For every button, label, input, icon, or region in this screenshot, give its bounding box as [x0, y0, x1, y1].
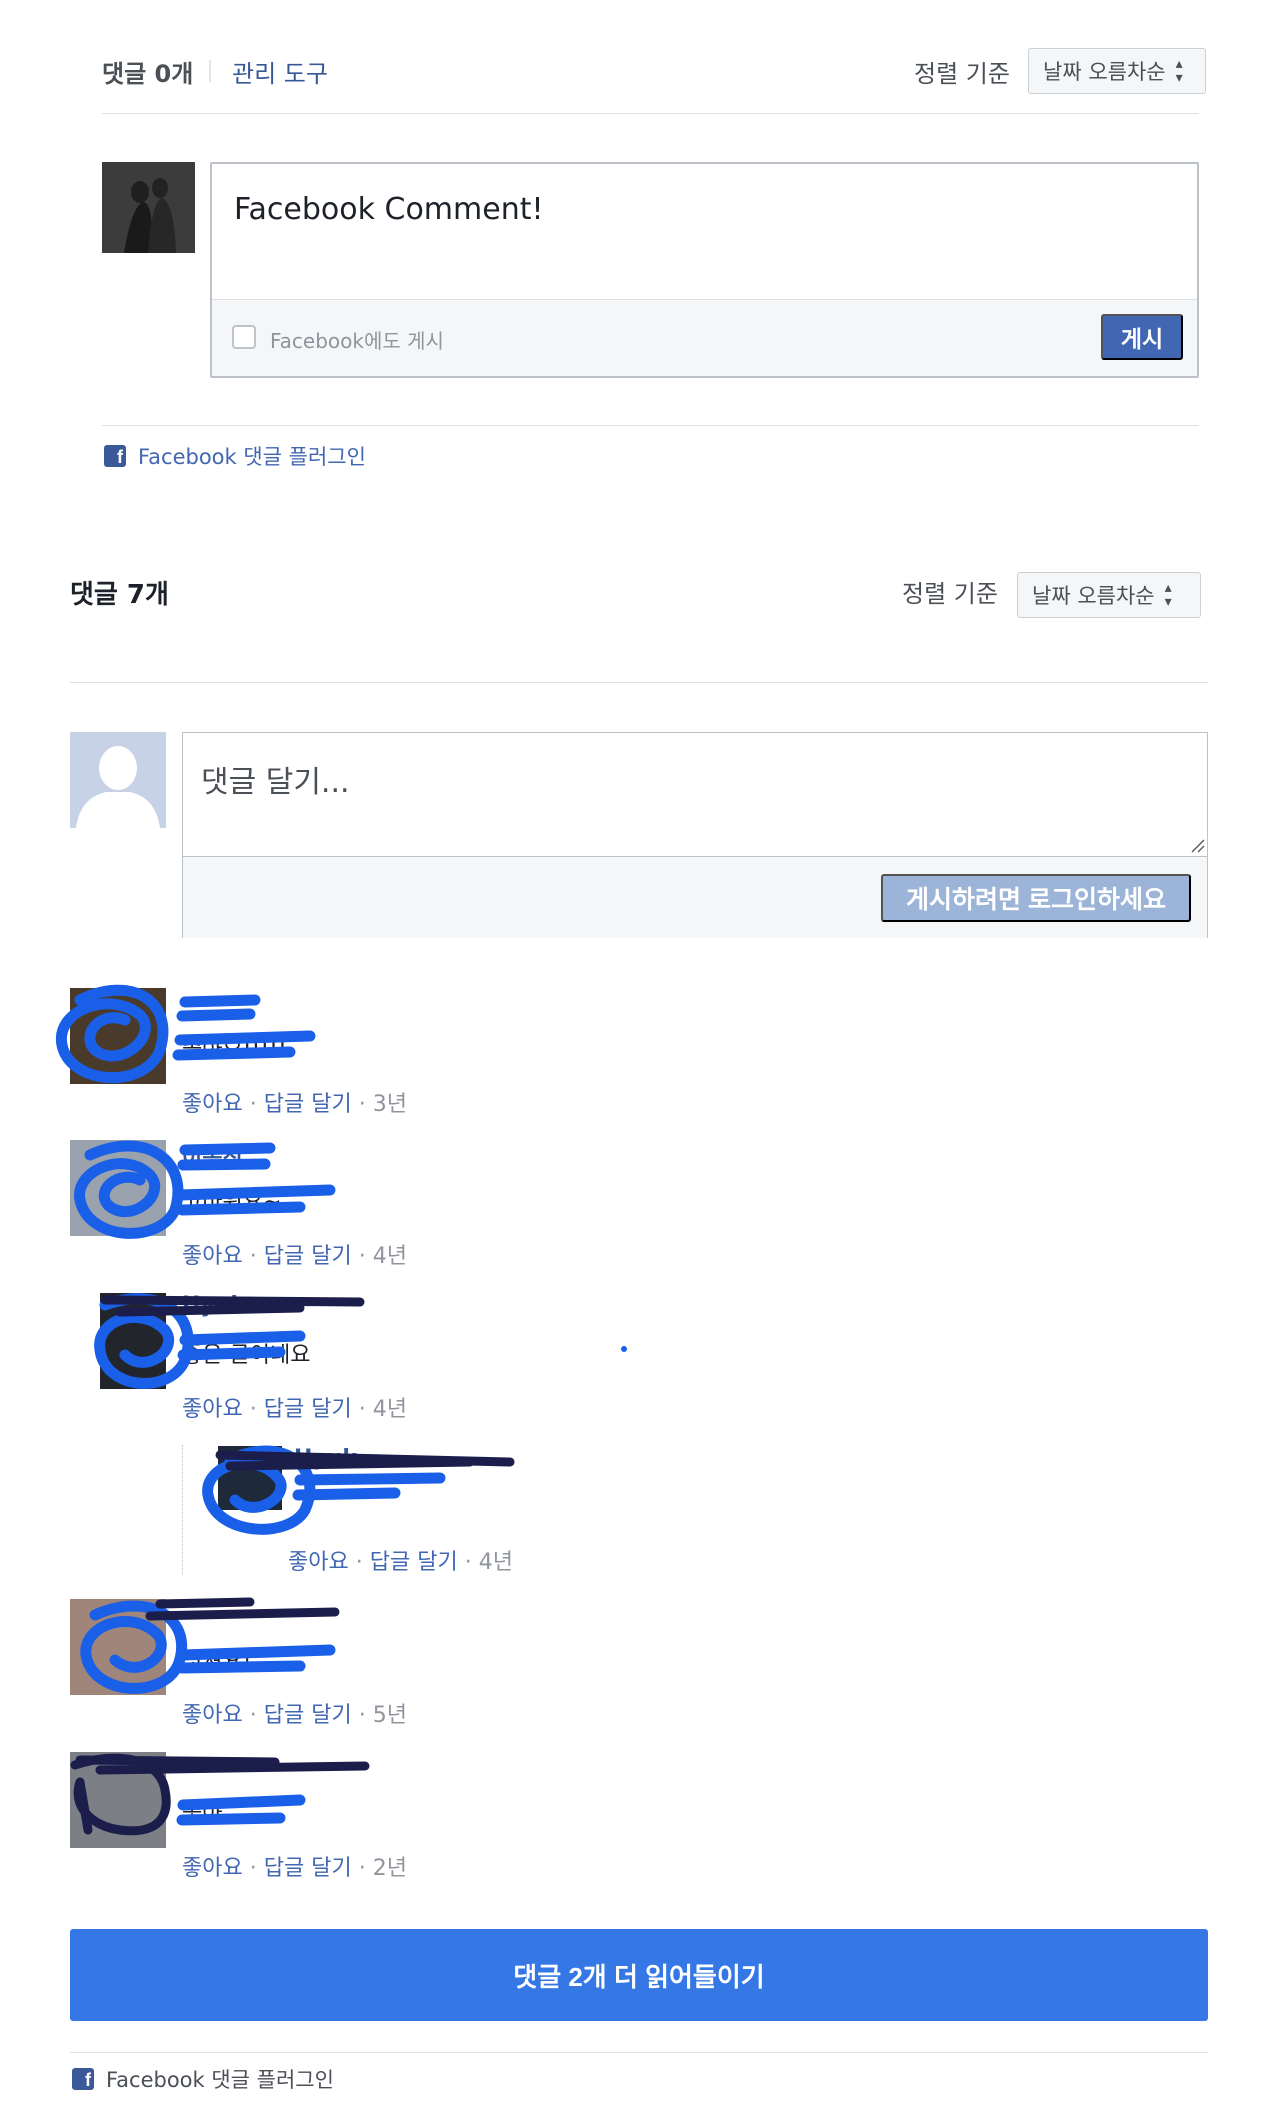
avatar: [70, 1599, 166, 1695]
like-link[interactable]: 좋아요: [288, 1550, 349, 1575]
reply-link[interactable]: 답글 달기: [370, 1550, 458, 1575]
sort-label: 정렬 기준: [902, 580, 998, 608]
reply-thread-line: [182, 1445, 183, 1575]
comment-input[interactable]: 댓글 달기...: [201, 757, 350, 801]
separator: ·: [249, 1703, 257, 1728]
plugin-link-label: Facebook 댓글 플러그인: [138, 445, 366, 469]
facebook-comments-plugin-link[interactable]: f Facebook 댓글 플러그인: [72, 2064, 334, 2094]
separator: ·: [355, 1550, 363, 1575]
reply-link[interactable]: 답글 달기: [264, 1856, 352, 1881]
comment-author[interactable]: 이동진: [182, 1140, 243, 1172]
plugin-link-label: Facebook 댓글 플러그인: [106, 2068, 334, 2092]
comment-body: 고마워요~: [182, 1190, 282, 1215]
separator: ·: [249, 1856, 257, 1881]
reply-item: Hyuk 좋아요 · 답글 달기 · 4년: [218, 1446, 918, 1575]
reply-link[interactable]: 답글 달기: [264, 1397, 352, 1422]
avatar: [70, 1752, 166, 1848]
comment-body: 좋아요!!!!!: [182, 1038, 287, 1063]
divider: [70, 2052, 1208, 2053]
post-button[interactable]: 게시: [1101, 314, 1183, 360]
moderation-tools-link[interactable]: 관리 도구: [232, 54, 328, 89]
comment-count: 댓글 7개: [70, 580, 169, 610]
like-link[interactable]: 좋아요: [182, 1397, 243, 1422]
post-to-facebook-checkbox[interactable]: [232, 325, 256, 349]
composer-footer: Facebook에도 게시 게시: [212, 299, 1197, 376]
chevron-updown-icon: ▴ ▾: [1175, 56, 1183, 86]
top-plugin-header: 댓글 0개 관리 도구 정렬 기준 날짜 오름차순 ▴ ▾: [102, 48, 1206, 114]
comment-body: 좋은 글이네요: [182, 1343, 311, 1368]
comment-age[interactable]: 4년: [479, 1550, 513, 1575]
comment-age[interactable]: 2년: [373, 1856, 407, 1881]
login-to-post-button[interactable]: 게시하려면 로그인하세요: [881, 874, 1191, 922]
comment-author[interactable]: Hyuk: [294, 1446, 357, 1471]
comment-item: 좋아요!!!!! 좋아요 · 답글 달기 · 3년: [70, 988, 970, 1117]
comment-actions: 좋아요 · 답글 달기 · 4년: [182, 1238, 407, 1270]
comment-body: 멋져요!: [182, 1649, 252, 1674]
comment-actions: 좋아요 · 답글 달기 · 4년: [182, 1391, 407, 1423]
comment-body: 좋아: [182, 1802, 223, 1827]
comment-composer[interactable]: Facebook Comment! Facebook에도 게시 게시: [210, 162, 1199, 378]
post-to-facebook-label: Facebook에도 게시: [270, 329, 444, 353]
avatar: [70, 988, 166, 1084]
like-link[interactable]: 좋아요: [182, 1092, 243, 1117]
separator: ·: [464, 1550, 472, 1575]
facebook-icon: f: [104, 445, 126, 467]
avatar: [102, 162, 195, 253]
avatar: [100, 1293, 166, 1389]
avatar: [218, 1446, 282, 1510]
separator: ·: [358, 1856, 366, 1881]
comment-author[interactable]: Hyuk: [182, 1293, 245, 1318]
comment-actions: 좋아요 · 답글 달기 · 2년: [182, 1850, 407, 1882]
facebook-comments-plugin-link[interactable]: f Facebook 댓글 플러그인: [104, 441, 366, 471]
comment-actions: 좋아요 · 답글 달기 · 4년: [288, 1544, 513, 1576]
like-link[interactable]: 좋아요: [182, 1244, 243, 1269]
default-avatar-icon: [70, 732, 166, 828]
like-link[interactable]: 좋아요: [182, 1703, 243, 1728]
sort-value: 날짜 오름차순: [1043, 60, 1166, 84]
comment-item: 멋져요! 좋아요 · 답글 달기 · 5년: [70, 1599, 970, 1728]
comment-age[interactable]: 5년: [373, 1703, 407, 1728]
reply-link[interactable]: 답글 달기: [264, 1703, 352, 1728]
comment-count: 댓글 0개: [102, 60, 194, 88]
comment-actions: 좋아요 · 답글 달기 · 5년: [182, 1697, 407, 1729]
stray-dot: [621, 1346, 627, 1352]
divider: [102, 425, 1199, 426]
reply-link[interactable]: 답글 달기: [264, 1244, 352, 1269]
separator: ·: [358, 1244, 366, 1269]
load-more-comments-button[interactable]: 댓글 2개 더 읽어들이기: [70, 1929, 1208, 2021]
separator: ·: [249, 1244, 257, 1269]
comment-item: Hyuk 좋은 글이네요 좋아요 · 답글 달기 · 4년: [70, 1293, 970, 1422]
comment-item: 좋아 좋아요 · 답글 달기 · 2년: [70, 1752, 970, 1881]
comment-age[interactable]: 3년: [373, 1092, 407, 1117]
sort-value: 날짜 오름차순: [1032, 584, 1155, 608]
comment-item: 이동진 고마워요~ 좋아요 · 답글 달기 · 4년: [70, 1140, 970, 1269]
facebook-icon: f: [72, 2068, 94, 2090]
separator: ·: [358, 1703, 366, 1728]
separator: ·: [249, 1397, 257, 1422]
comment-input[interactable]: Facebook Comment!: [234, 192, 544, 227]
sort-dropdown[interactable]: 날짜 오름차순 ▴ ▾: [1017, 572, 1201, 618]
separator: ·: [358, 1092, 366, 1117]
comment-age[interactable]: 4년: [373, 1244, 407, 1269]
sort-dropdown[interactable]: 날짜 오름차순 ▴ ▾: [1028, 48, 1206, 94]
like-link[interactable]: 좋아요: [182, 1856, 243, 1881]
separator: ·: [249, 1092, 257, 1117]
reply-link[interactable]: 답글 달기: [264, 1092, 352, 1117]
avatar: [70, 1140, 166, 1236]
divider: [70, 682, 1208, 683]
separator: ·: [358, 1397, 366, 1422]
divider: [209, 60, 211, 82]
chevron-updown-icon: ▴ ▾: [1164, 580, 1172, 610]
comment-age[interactable]: 4년: [373, 1397, 407, 1422]
comment-actions: 좋아요 · 답글 달기 · 3년: [182, 1086, 407, 1118]
resize-handle-icon[interactable]: [1189, 837, 1205, 853]
composer-footer: 게시하려면 로그인하세요: [183, 856, 1207, 938]
sort-label: 정렬 기준: [914, 60, 1010, 88]
comment-composer[interactable]: 댓글 달기... 게시하려면 로그인하세요: [182, 732, 1208, 938]
